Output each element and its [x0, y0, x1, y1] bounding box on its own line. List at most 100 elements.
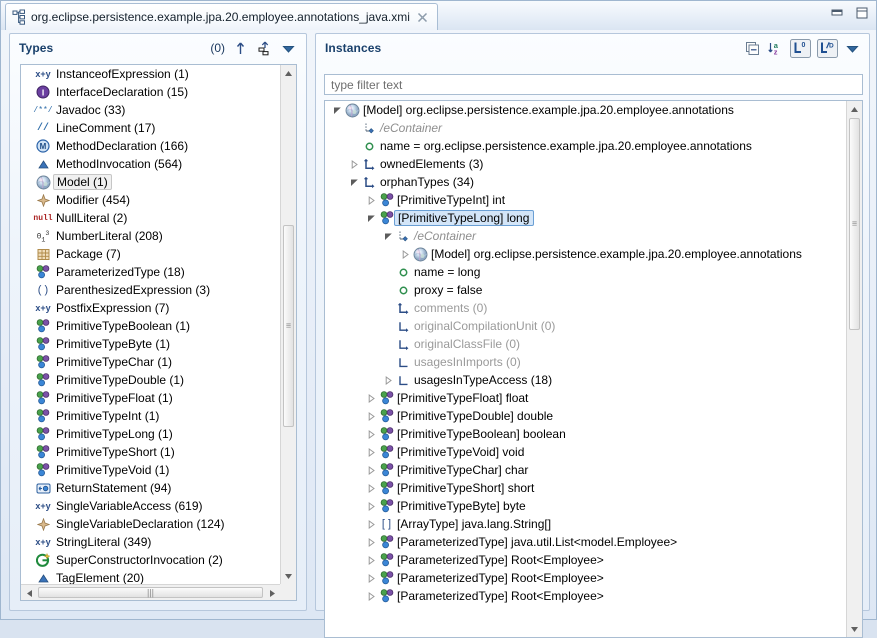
twisty-collapsed-icon[interactable] [365, 411, 378, 421]
twisty-expanded-icon[interactable] [365, 214, 378, 223]
scroll-down-icon[interactable] [847, 621, 862, 637]
editor-tab[interactable]: org.eclipse.persistence.example.jpa.20.e… [5, 3, 438, 30]
tree-row[interactable]: usagesInImports (0) [325, 353, 846, 371]
types-list-item[interactable]: PrimitiveTypeDouble (1) [21, 371, 280, 389]
tree-row[interactable]: /eContainer [325, 227, 846, 245]
types-list-item[interactable]: Model (1) [21, 173, 280, 191]
tree-row[interactable]: [PrimitiveTypeInt] int [325, 191, 846, 209]
tree-row[interactable]: [PrimitiveTypeBoolean] boolean [325, 425, 846, 443]
types-scroll-thumb[interactable]: ≡ [283, 225, 294, 427]
types-list-item[interactable]: PrimitiveTypeShort (1) [21, 443, 280, 461]
collapse-up-icon[interactable] [232, 40, 249, 57]
types-list-item[interactable]: PrimitiveTypeBoolean (1) [21, 317, 280, 335]
scroll-up-icon[interactable] [281, 65, 296, 81]
twisty-collapsed-icon[interactable] [365, 465, 378, 475]
types-list-rows[interactable]: x+y InstanceofExpression (1) I InterfaceDec… [21, 65, 280, 584]
types-list-item[interactable]: /**/Javadoc (33) [21, 101, 280, 119]
twisty-collapsed-icon[interactable] [348, 159, 361, 169]
types-list-item[interactable]: MethodInvocation (564) [21, 155, 280, 173]
twisty-collapsed-icon[interactable] [365, 501, 378, 511]
instances-vertical-scrollbar[interactable]: ≡ [846, 101, 862, 637]
tree-row[interactable]: [ParameterizedType] Root<Employee> [325, 587, 846, 605]
types-list-item[interactable]: PrimitiveTypeInt (1) [21, 407, 280, 425]
types-list-item[interactable]: Modifier (454) [21, 191, 280, 209]
types-vertical-scrollbar[interactable]: ≡ [280, 65, 296, 584]
tree-row[interactable]: [PrimitiveTypeByte] byte [325, 497, 846, 515]
collapse-all-icon[interactable] [744, 40, 761, 57]
instances-scroll-thumb[interactable]: ≡ [849, 118, 860, 330]
tree-row[interactable]: [PrimitiveTypeDouble] double [325, 407, 846, 425]
twisty-collapsed-icon[interactable] [365, 447, 378, 457]
tree-row[interactable]: [PrimitiveTypeChar] char [325, 461, 846, 479]
twisty-collapsed-icon[interactable] [365, 519, 378, 529]
twisty-collapsed-icon[interactable] [365, 393, 378, 403]
tree-row[interactable]: originalClassFile (0) [325, 335, 846, 353]
sort-hierarchy-icon[interactable] [256, 40, 273, 57]
types-list-item[interactable]: Package (7) [21, 245, 280, 263]
types-list-item[interactable]: PrimitiveTypeChar (1) [21, 353, 280, 371]
tree-row[interactable]: ownedElements (3) [325, 155, 846, 173]
view-menu-icon[interactable] [280, 40, 297, 57]
scroll-right-icon[interactable] [264, 585, 280, 600]
types-list-item[interactable]: PrimitiveTypeLong (1) [21, 425, 280, 443]
twisty-collapsed-icon[interactable] [382, 375, 395, 385]
twisty-expanded-icon[interactable] [348, 178, 361, 187]
types-list-item[interactable]: // LineComment (17) [21, 119, 280, 137]
twisty-collapsed-icon[interactable] [365, 555, 378, 565]
tree-row[interactable]: [PrimitiveTypeLong] long [325, 209, 846, 227]
types-list-item[interactable]: x+y SingleVariableAccess (619) [21, 497, 280, 515]
tree-row[interactable]: [Model] org.eclipse.persistence.example.… [325, 101, 846, 119]
types-list-item[interactable]: PrimitiveTypeFloat (1) [21, 389, 280, 407]
tree-row[interactable]: comments (0) [325, 299, 846, 317]
tree-row[interactable]: [ParameterizedType] java.util.List<model… [325, 533, 846, 551]
types-list-item[interactable]: TagElement (20) [21, 569, 280, 584]
types-list-item[interactable]: SingleVariableDeclaration (124) [21, 515, 280, 533]
instances-tree[interactable]: [Model] org.eclipse.persistence.example.… [324, 100, 863, 638]
types-list-item[interactable]: ( ) ParenthesizedExpression (3) [21, 281, 280, 299]
show-derived-icon[interactable]: D [817, 38, 838, 58]
instances-tree-rows[interactable]: [Model] org.eclipse.persistence.example.… [325, 101, 846, 637]
twisty-expanded-icon[interactable] [331, 106, 344, 115]
types-horizontal-scrollbar[interactable]: ||| [21, 584, 296, 600]
types-list-item[interactable]: M MethodDeclaration (166) [21, 137, 280, 155]
tree-row[interactable]: proxy = false [325, 281, 846, 299]
view-menu-icon[interactable] [844, 40, 861, 57]
tree-row[interactable]: name = org.eclipse.persistence.example.j… [325, 137, 846, 155]
types-list-item[interactable]: null NullLiteral (2) [21, 209, 280, 227]
types-list-item[interactable]: 013 NumberLiteral (208) [21, 227, 280, 245]
types-list-item[interactable]: ReturnStatement (94) [21, 479, 280, 497]
types-hscroll-thumb[interactable]: ||| [38, 587, 263, 598]
maximize-icon[interactable] [854, 6, 870, 20]
tree-row[interactable]: name = long [325, 263, 846, 281]
sort-az-icon[interactable]: a z [767, 40, 784, 57]
tree-row[interactable]: [ParameterizedType] Root<Employee> [325, 569, 846, 587]
types-list-item[interactable]: x+y StringLiteral (349) [21, 533, 280, 551]
tree-row[interactable]: orphanTypes (34) [325, 173, 846, 191]
tree-row[interactable]: usagesInTypeAccess (18) [325, 371, 846, 389]
types-list-item[interactable]: x+y InstanceofExpression (1) [21, 65, 280, 83]
tree-row[interactable]: originalCompilationUnit (0) [325, 317, 846, 335]
filter-input[interactable]: type filter text [324, 74, 863, 95]
types-list-item[interactable]: x+y PostfixExpression (7) [21, 299, 280, 317]
twisty-collapsed-icon[interactable] [365, 573, 378, 583]
tree-row[interactable]: [PrimitiveTypeVoid] void [325, 443, 846, 461]
scroll-down-icon[interactable] [281, 568, 296, 584]
types-list-item[interactable]: PrimitiveTypeByte (1) [21, 335, 280, 353]
tree-row[interactable]: [PrimitiveTypeShort] short [325, 479, 846, 497]
twisty-collapsed-icon[interactable] [365, 429, 378, 439]
tree-row[interactable]: [PrimitiveTypeFloat] float [325, 389, 846, 407]
twisty-collapsed-icon[interactable] [365, 195, 378, 205]
tree-row[interactable]: [ ] [ArrayType] java.lang.String[] [325, 515, 846, 533]
show-label-icon[interactable]: 0 [790, 38, 811, 58]
minimize-icon[interactable] [829, 6, 845, 20]
twisty-collapsed-icon[interactable] [365, 537, 378, 547]
close-icon[interactable] [416, 11, 429, 24]
tree-row[interactable]: [ParameterizedType] Root<Employee> [325, 551, 846, 569]
twisty-expanded-icon[interactable] [382, 232, 395, 241]
twisty-collapsed-icon[interactable] [399, 249, 412, 259]
types-list[interactable]: x+y InstanceofExpression (1) I InterfaceDec… [20, 64, 297, 601]
types-list-item[interactable]: ParameterizedType (18) [21, 263, 280, 281]
types-list-item[interactable]: I InterfaceDeclaration (15) [21, 83, 280, 101]
tree-row[interactable]: [Model] org.eclipse.persistence.example.… [325, 245, 846, 263]
scroll-left-icon[interactable] [21, 585, 37, 600]
